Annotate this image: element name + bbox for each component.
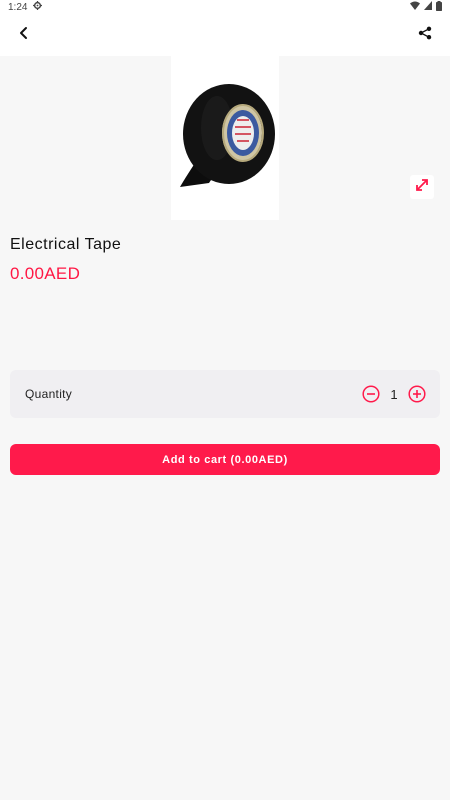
quantity-value: 1 bbox=[390, 386, 398, 402]
quantity-stepper: 1 bbox=[362, 384, 426, 404]
expand-icon bbox=[415, 178, 429, 197]
status-time: 1:24 bbox=[8, 1, 28, 13]
quantity-label: Quantity bbox=[25, 387, 73, 401]
battery-icon bbox=[436, 0, 442, 14]
expand-image-button[interactable] bbox=[410, 175, 434, 199]
chevron-left-icon bbox=[18, 26, 30, 45]
settings-icon bbox=[33, 1, 43, 13]
share-icon bbox=[418, 26, 432, 45]
minus-circle-icon bbox=[362, 385, 380, 403]
status-bar: 1:24 bbox=[0, 0, 450, 14]
product-image[interactable] bbox=[171, 56, 279, 220]
decrement-button[interactable] bbox=[362, 385, 380, 403]
status-right bbox=[410, 0, 442, 14]
product-image-area bbox=[0, 56, 450, 220]
plus-circle-icon bbox=[408, 385, 426, 403]
quantity-card: Quantity 1 bbox=[10, 370, 440, 418]
add-to-cart-button[interactable]: Add to cart (0.00AED) bbox=[10, 444, 440, 475]
product-title: Electrical Tape bbox=[10, 236, 122, 253]
electrical-tape-image bbox=[180, 84, 275, 187]
app-bar bbox=[0, 14, 450, 56]
status-left: 1:24 bbox=[8, 1, 43, 13]
product-price: 0.00AED bbox=[10, 264, 81, 283]
signal-icon bbox=[424, 1, 432, 13]
wifi-icon bbox=[410, 1, 420, 13]
back-button[interactable] bbox=[10, 22, 38, 48]
share-button[interactable] bbox=[412, 22, 438, 48]
increment-button[interactable] bbox=[408, 385, 426, 403]
